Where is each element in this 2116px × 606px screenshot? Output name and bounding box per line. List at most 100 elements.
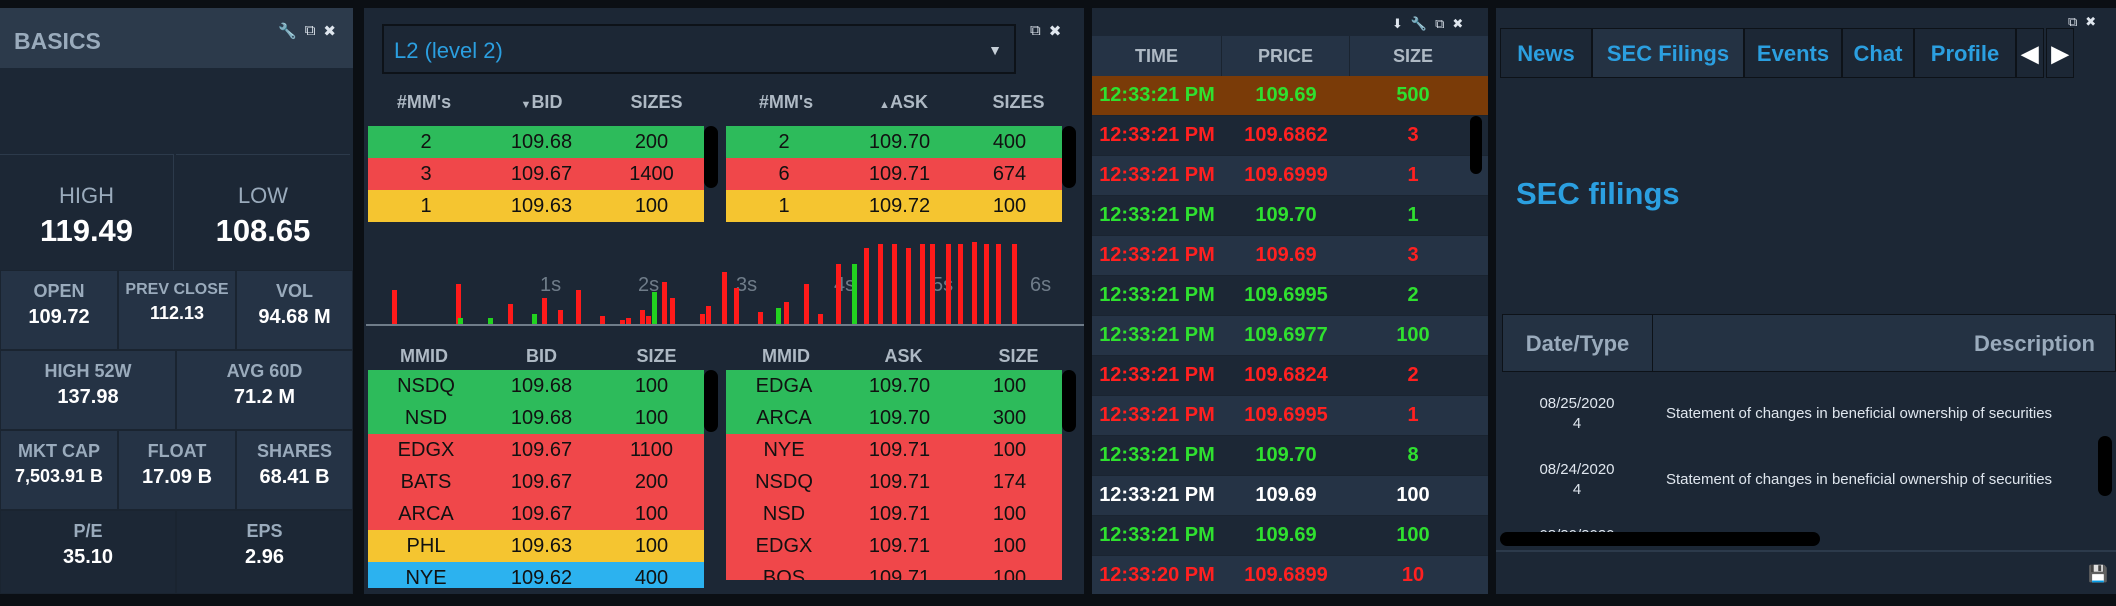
close-icon[interactable]: ✖ xyxy=(323,22,336,40)
quote-row[interactable]: BOS 109.71 100 xyxy=(726,562,1062,580)
trade-size: 500 xyxy=(1396,84,1430,106)
trade-row[interactable]: 12:33:21 PM 109.70 8 xyxy=(1092,436,1488,476)
tab-news[interactable]: News xyxy=(1500,28,1592,78)
quote-row[interactable]: NSDQ 109.68 100 xyxy=(368,370,704,402)
basics-panel: BASICS 🔧 ⧉ ✖ HIGH 119.49 LOW 108.65 OPEN 10… xyxy=(0,8,353,594)
trade-row[interactable]: 12:33:21 PM 109.6862 3 xyxy=(1092,116,1488,156)
wrench-icon[interactable]: 🔧 xyxy=(1411,16,1427,32)
trade-time: 12:33:21 PM xyxy=(1099,404,1215,426)
summary-bid-scrollbar[interactable] xyxy=(704,126,718,188)
close-icon[interactable]: ✖ xyxy=(2085,14,2096,30)
tab-chat[interactable]: Chat xyxy=(1842,28,1914,78)
download-icon[interactable]: ⬇ xyxy=(1392,16,1403,32)
time-header[interactable]: TIME xyxy=(1092,36,1222,76)
bid-header[interactable]: BID xyxy=(484,346,599,367)
sizes-header[interactable]: SIZES xyxy=(599,92,714,113)
trade-price: 109.6862 xyxy=(1244,124,1328,146)
trade-row[interactable]: 12:33:21 PM 109.6824 2 xyxy=(1092,356,1488,396)
tab-scroll-right-icon[interactable]: ▶ xyxy=(2046,28,2074,78)
trade-row[interactable]: 12:33:21 PM 109.6995 2 xyxy=(1092,276,1488,316)
quote-size: 300 xyxy=(992,406,1027,429)
date-type-header[interactable]: Date/Type xyxy=(1503,315,1653,371)
ask-header[interactable]: ▲ASK xyxy=(846,92,961,113)
quote-row[interactable]: NYE 109.71 100 xyxy=(726,434,1062,466)
trade-row[interactable]: 12:33:21 PM 109.69 100 xyxy=(1092,476,1488,516)
trade-price: 109.6999 xyxy=(1244,164,1328,186)
mmid-header[interactable]: MMID xyxy=(726,346,846,367)
quote-row[interactable]: EDGX 109.71 100 xyxy=(726,530,1062,562)
quote-price: 109.67 xyxy=(510,438,573,461)
sec-filing-row[interactable]: 08/24/2020 4 Statement of changes in benef… xyxy=(1502,454,2092,514)
tab-profile[interactable]: Profile xyxy=(1914,28,2016,78)
quote-row[interactable]: NSD 109.68 100 xyxy=(368,402,704,434)
save-icon[interactable]: 💾 xyxy=(2088,564,2108,584)
mm-ask-scrollbar[interactable] xyxy=(1062,370,1076,432)
pe-cell: P/E 35.10 xyxy=(0,510,176,594)
quote-price: 109.67 xyxy=(510,470,573,493)
trade-row[interactable]: 12:33:21 PM 109.6977 100 xyxy=(1092,316,1488,356)
quote-size: 100 xyxy=(992,566,1027,581)
popout-icon[interactable]: ⧉ xyxy=(305,22,316,40)
mm-bid-scrollbar[interactable] xyxy=(704,370,718,432)
trade-row[interactable]: 12:33:21 PM 109.69 3 xyxy=(1092,236,1488,276)
price-header[interactable]: PRICE xyxy=(1222,36,1350,76)
trade-row[interactable]: 12:33:21 PM 109.69 500 xyxy=(1092,76,1488,116)
size-header[interactable]: SIZE xyxy=(1350,36,1476,76)
quote-row[interactable]: PHL 109.63 100 xyxy=(368,530,704,562)
quote-row[interactable]: EDGX 109.67 1100 xyxy=(368,434,704,466)
ask-header[interactable]: ASK xyxy=(846,346,961,367)
quote-row[interactable]: NYE 109.62 400 xyxy=(368,562,704,588)
tick-bar xyxy=(508,304,513,324)
quote-row[interactable]: ARCA 109.67 100 xyxy=(368,498,704,530)
popout-icon[interactable]: ⧉ xyxy=(1030,22,1041,40)
avg60-cell: AVG 60D 71.2 M xyxy=(176,350,353,430)
mms-header[interactable]: #MM's xyxy=(726,92,846,113)
close-icon[interactable]: ✖ xyxy=(1452,16,1463,32)
wrench-icon[interactable]: 🔧 xyxy=(278,22,297,40)
quote-row[interactable]: BATS 109.67 200 xyxy=(368,466,704,498)
quote-size: 1400 xyxy=(629,162,674,185)
trade-row[interactable]: 12:33:20 PM 109.6899 10 xyxy=(1092,556,1488,594)
quote-row[interactable]: 6 109.71 674 xyxy=(726,158,1062,190)
trade-time: 12:33:21 PM xyxy=(1099,84,1215,106)
sec-horizontal-scrollbar[interactable] xyxy=(1500,532,1820,546)
level2-select[interactable]: L2 (level 2) ▼ xyxy=(382,24,1016,74)
sec-filing-row[interactable]: 08/25/2020 4 Statement of changes in benef… xyxy=(1502,388,2092,448)
quote-row[interactable]: 1 109.63 100 xyxy=(368,190,704,222)
tick-bar xyxy=(804,284,809,324)
summary-ask-scrollbar[interactable] xyxy=(1062,126,1076,188)
tick-bar xyxy=(662,282,667,324)
quote-row[interactable]: 1 109.72 100 xyxy=(726,190,1062,222)
ts-scrollbar[interactable] xyxy=(1470,116,1482,174)
quote-row[interactable]: EDGA 109.70 100 xyxy=(726,370,1062,402)
pe-label: P/E xyxy=(73,521,103,541)
trade-time: 12:33:21 PM xyxy=(1099,124,1215,146)
description-header[interactable]: Description xyxy=(1653,315,2115,371)
tab-scroll-left-icon[interactable]: ◀ xyxy=(2016,28,2044,78)
quote-row[interactable]: ARCA 109.70 300 xyxy=(726,402,1062,434)
close-icon[interactable]: ✖ xyxy=(1049,22,1062,40)
popout-icon[interactable]: ⧉ xyxy=(1435,16,1444,32)
size-header[interactable]: SIZE xyxy=(961,346,1076,367)
sizes-header[interactable]: SIZES xyxy=(961,92,1076,113)
quote-row[interactable]: 2 109.70 400 xyxy=(726,126,1062,158)
tick-bar xyxy=(626,318,631,324)
quote-row[interactable]: 2 109.68 200 xyxy=(368,126,704,158)
quote-row[interactable]: NSDQ 109.71 174 xyxy=(726,466,1062,498)
tab-events[interactable]: Events xyxy=(1744,28,1842,78)
sort-down-icon: ▼ xyxy=(520,99,532,111)
trade-row[interactable]: 12:33:21 PM 109.69 100 xyxy=(1092,516,1488,556)
quote-row[interactable]: NSD 109.71 100 xyxy=(726,498,1062,530)
open-label: OPEN xyxy=(33,281,85,301)
quote-row[interactable]: 3 109.67 1400 xyxy=(368,158,704,190)
bid-header[interactable]: ▼BID xyxy=(484,92,599,113)
tick-bar xyxy=(532,314,537,324)
sec-vertical-scrollbar[interactable] xyxy=(2098,436,2112,496)
mms-header[interactable]: #MM's xyxy=(364,92,484,113)
trade-row[interactable]: 12:33:21 PM 109.6999 1 xyxy=(1092,156,1488,196)
size-header[interactable]: SIZE xyxy=(599,346,714,367)
mmid-header[interactable]: MMID xyxy=(364,346,484,367)
trade-row[interactable]: 12:33:21 PM 109.70 1 xyxy=(1092,196,1488,236)
tab-sec-filings[interactable]: SEC Filings xyxy=(1592,28,1744,78)
trade-row[interactable]: 12:33:21 PM 109.6995 1 xyxy=(1092,396,1488,436)
